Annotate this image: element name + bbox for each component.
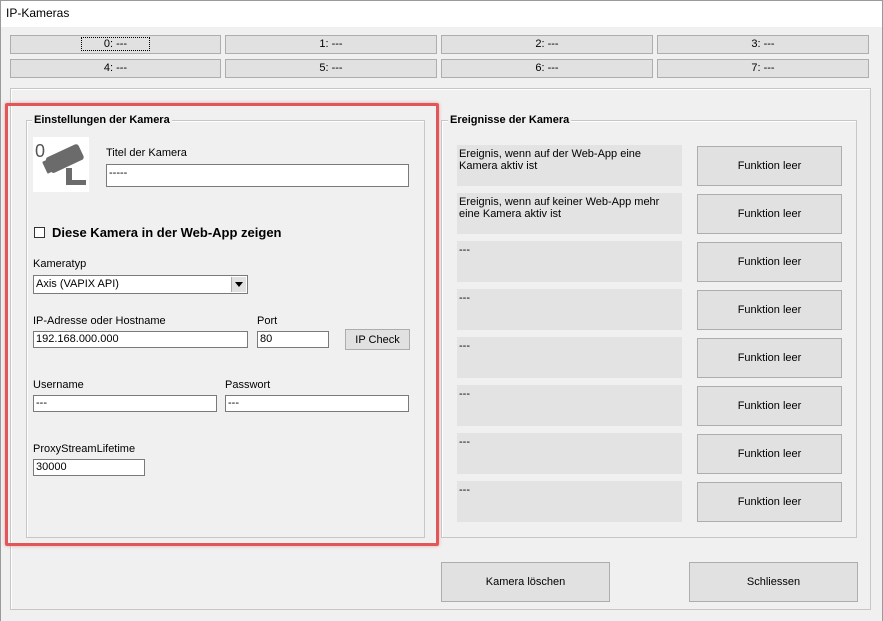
window-title: IP-Kameras <box>6 6 70 20</box>
title-bar <box>0 0 883 27</box>
delete-camera-button[interactable]: Kamera löschen <box>441 562 610 602</box>
event-function-button-6[interactable]: Funktion leer <box>697 386 842 426</box>
event-description-5: --- <box>457 337 682 378</box>
event-function-button-4[interactable]: Funktion leer <box>697 290 842 330</box>
event-description-6: --- <box>457 385 682 426</box>
event-function-button-1[interactable]: Funktion leer <box>697 146 842 186</box>
camera-tab-7[interactable]: 7: --- <box>657 59 869 78</box>
event-description-2: Ereignis, wenn auf keiner Web-App mehr e… <box>457 193 682 234</box>
event-description-1: Ereignis, wenn auf der Web-App eine Kame… <box>457 145 682 186</box>
camera-tab-4[interactable]: 4: --- <box>10 59 221 78</box>
camera-tab-1[interactable]: 1: --- <box>225 35 437 54</box>
camera-tab-3[interactable]: 3: --- <box>657 35 869 54</box>
event-description-3: --- <box>457 241 682 282</box>
camera-tab-6[interactable]: 6: --- <box>441 59 653 78</box>
event-description-8: --- <box>457 481 682 522</box>
event-function-button-7[interactable]: Funktion leer <box>697 434 842 474</box>
window-border-left <box>0 26 1 621</box>
close-button[interactable]: Schliessen <box>689 562 858 602</box>
event-function-button-3[interactable]: Funktion leer <box>697 242 842 282</box>
event-function-button-2[interactable]: Funktion leer <box>697 194 842 234</box>
events-group-title: Ereignisse der Kamera <box>448 114 572 126</box>
highlight-frame <box>5 103 439 546</box>
camera-tab-5[interactable]: 5: --- <box>225 59 437 78</box>
camera-tab-2[interactable]: 2: --- <box>441 35 653 54</box>
camera-tab-0[interactable]: 0: --- <box>10 35 221 54</box>
event-function-button-5[interactable]: Funktion leer <box>697 338 842 378</box>
event-function-button-8[interactable]: Funktion leer <box>697 482 842 522</box>
event-description-4: --- <box>457 289 682 330</box>
event-description-7: --- <box>457 433 682 474</box>
